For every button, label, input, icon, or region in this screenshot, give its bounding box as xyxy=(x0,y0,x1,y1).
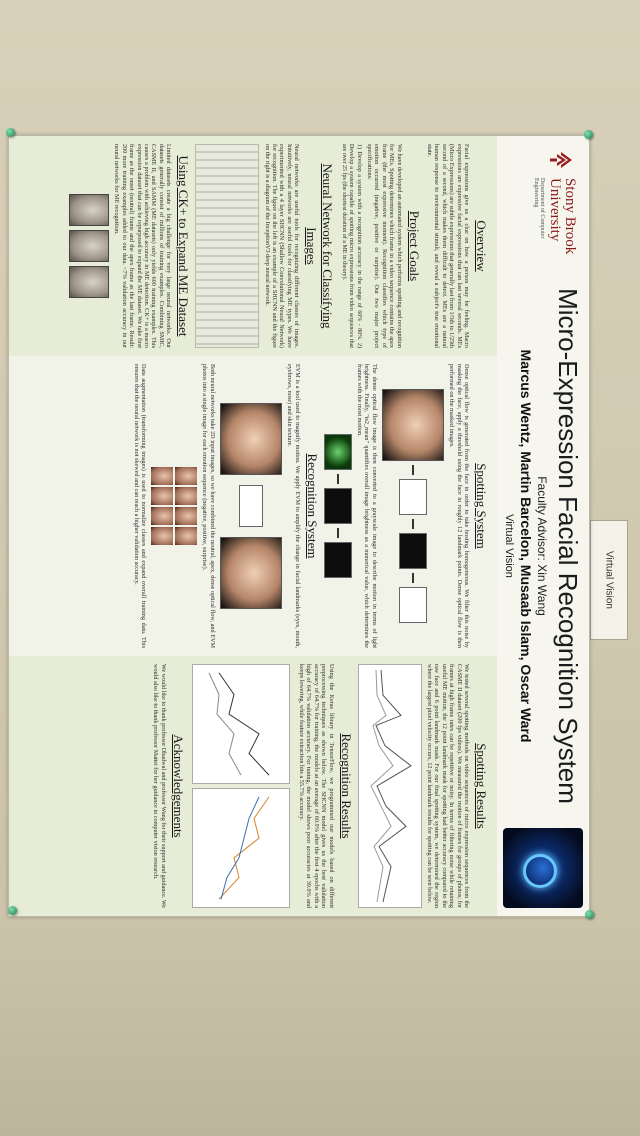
augmented-face-image xyxy=(150,507,173,525)
flow-arrow xyxy=(336,528,339,538)
augmented-face-image xyxy=(174,467,197,485)
research-poster: Stony Brook University Department of Com… xyxy=(8,135,590,917)
grayscale-image xyxy=(323,542,352,578)
augmented-face-image xyxy=(174,487,197,505)
evm-input-face-image xyxy=(219,403,282,475)
flow-arrow xyxy=(411,519,414,529)
recognition-results-heading: Recognition Results xyxy=(338,733,354,839)
poster-column-middle: Spotting System Dense optical flow is ge… xyxy=(9,356,497,656)
recognition-plots xyxy=(188,664,294,908)
poster-body: Overview Facial expressions give us a cl… xyxy=(9,136,497,916)
face-sample-image xyxy=(69,266,110,298)
recognition-results-text: Using the Keras library in TensorFlow, w… xyxy=(297,664,335,908)
spotting-system-text-2: The dense optical flow image is then con… xyxy=(355,364,378,648)
augmented-face-image xyxy=(150,527,173,545)
poster-column-right: Spotting Results We tested several spott… xyxy=(9,656,497,916)
recognition-system-text-2: Both neural networks take 2D input image… xyxy=(201,364,216,648)
flow-step-box xyxy=(398,479,427,515)
pushpin xyxy=(6,128,15,137)
poster-title: Micro-Expression Facial Recognition Syst… xyxy=(553,288,583,804)
acknowledgements-heading: Acknowledgements xyxy=(170,734,186,838)
ck-dataset-heading: Using CK+ to Expand ME Dataset xyxy=(176,155,192,337)
pushpin xyxy=(8,906,17,915)
evm-diagram xyxy=(219,364,282,648)
augmented-face-image xyxy=(174,527,197,545)
spotting-plot-graphic xyxy=(369,670,412,903)
augmented-face-image xyxy=(174,507,197,525)
wall-shadow xyxy=(0,920,640,1136)
face-sample-image xyxy=(69,230,110,262)
loss-plot-graphic xyxy=(218,796,269,900)
flow-arrow xyxy=(411,573,414,583)
flow-heatmap-image xyxy=(323,434,352,470)
overview-text: Facial expressions give us a clue on how… xyxy=(425,144,470,348)
grayscale-image xyxy=(323,488,352,524)
eye-iris-icon xyxy=(523,854,557,888)
flow-arrow xyxy=(336,474,339,484)
network-diagram-image xyxy=(195,144,260,348)
poster-header: Stony Brook University Department of Com… xyxy=(495,136,589,916)
spotting-face-image xyxy=(381,389,444,461)
spotting-plot xyxy=(357,664,422,908)
spotting-system-heading: Spotting System xyxy=(474,463,489,549)
poster-authors: Marcus Wentz, Martin Barcelon, Musaab Is… xyxy=(518,349,534,743)
spotting-flow-diagram xyxy=(381,364,444,648)
department-name: Department of Computer Engineering xyxy=(533,178,545,239)
flow-arrow xyxy=(411,465,414,475)
augmented-face-grid xyxy=(150,364,197,648)
spotting-system-text: Dense optical flow is generated from the… xyxy=(448,364,470,648)
ck-face-samples xyxy=(69,144,110,348)
recognition-system-heading: Recognition System xyxy=(304,453,320,559)
acknowledgements-text: We would like to thank professor Dhadwal… xyxy=(152,664,167,908)
poster-group: Virtual Vision xyxy=(503,514,515,578)
spotting-results-text: We tested several spotting methods on vi… xyxy=(425,664,470,908)
pushpin xyxy=(584,130,593,139)
flow-step-box xyxy=(398,587,427,623)
optical-flow-image xyxy=(398,533,427,569)
neural-network-text: Neural networks are useful tools for rec… xyxy=(263,144,301,348)
face-sample-image xyxy=(69,194,110,226)
augmented-face-image xyxy=(150,467,173,485)
loss-plot xyxy=(191,788,290,908)
door-sign: Virtual Vision xyxy=(590,520,628,640)
project-goals-heading: Project Goals xyxy=(406,210,422,282)
eye-logo-image xyxy=(503,828,583,908)
accuracy-plot xyxy=(191,664,290,784)
poster-advisor: Faculty Advisor: Xin Wang xyxy=(535,476,549,616)
spotting-results-heading: Spotting Results xyxy=(474,743,489,829)
data-augmentation-text: Data augmentation (transforming images) … xyxy=(132,364,147,648)
project-goals-list: 1) Develop a system with a recognition a… xyxy=(340,144,362,348)
door-sign-text: Virtual Vision xyxy=(603,551,615,609)
evm-output-face-image xyxy=(219,537,282,609)
evm-box xyxy=(238,485,263,527)
augmented-face-image xyxy=(150,487,173,505)
university-name-line1: Stony Brook xyxy=(562,178,578,255)
accuracy-plot-graphic xyxy=(208,672,269,776)
university-logo: Stony Brook University Department of Com… xyxy=(509,146,579,256)
overview-heading: Overview xyxy=(474,220,489,272)
poster-column-left: Overview Facial expressions give us a cl… xyxy=(9,136,497,356)
university-mark-icon xyxy=(547,146,575,174)
project-goals-text: We have developed an automated system wh… xyxy=(365,144,403,348)
university-name: Stony Brook University xyxy=(547,178,578,255)
recognition-system-text: EVM is a tool used to magnify motion. We… xyxy=(286,364,301,648)
university-name-line2: University xyxy=(547,178,563,242)
ck-dataset-text: Limited datasets create a big challenge … xyxy=(113,144,173,348)
neural-network-heading: Neural Network for Classifying Images xyxy=(304,163,336,329)
brightness-flow-diagram xyxy=(323,364,352,648)
pushpin xyxy=(585,910,594,919)
